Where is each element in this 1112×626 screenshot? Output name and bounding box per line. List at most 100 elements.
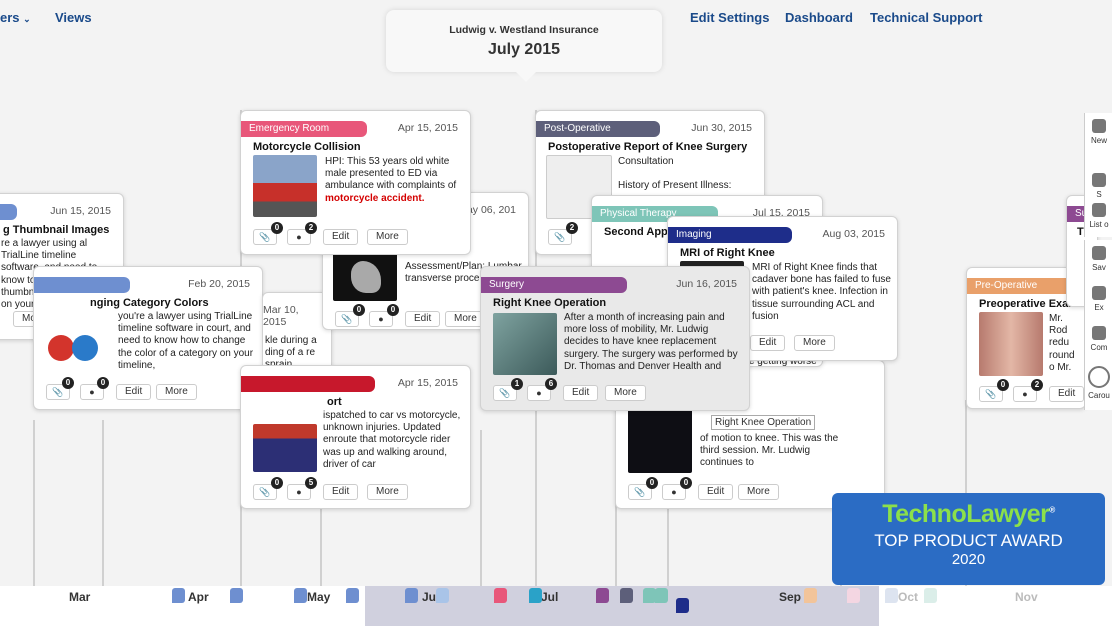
tool-label: New bbox=[1090, 136, 1107, 145]
event-title: ort bbox=[327, 396, 342, 408]
paperclip-icon: 📎 bbox=[554, 232, 566, 242]
save-tool[interactable]: Sav bbox=[1084, 240, 1112, 280]
attachment-count: 1 bbox=[511, 378, 523, 390]
paperclip-icon: 📎 bbox=[499, 388, 511, 398]
event-date: Jun 15, 2015 bbox=[50, 205, 111, 217]
edit-button[interactable]: Edit bbox=[405, 311, 441, 327]
edit-button[interactable]: Edit bbox=[698, 484, 734, 500]
comment-icon: ● bbox=[1022, 389, 1028, 399]
more-button[interactable]: More bbox=[156, 384, 197, 400]
edit-button[interactable]: Edit bbox=[116, 384, 152, 400]
month-label: Apr bbox=[188, 590, 209, 604]
event-marker[interactable] bbox=[494, 588, 507, 603]
comment-tool[interactable]: Com bbox=[1084, 320, 1112, 360]
event-date: Apr 15, 2015 bbox=[397, 377, 458, 389]
paperclip-icon: 📎 bbox=[259, 232, 271, 242]
award-title: TOP PRODUCT AWARD bbox=[874, 531, 1063, 550]
scene-image bbox=[253, 424, 317, 472]
comment-count: 2 bbox=[1031, 379, 1043, 391]
list-tool[interactable]: List o bbox=[1084, 197, 1112, 237]
event-marker[interactable] bbox=[346, 588, 359, 603]
event-marker[interactable] bbox=[529, 588, 542, 603]
event-marker[interactable] bbox=[230, 588, 243, 603]
attachment-count: 0 bbox=[62, 377, 74, 389]
event-card[interactable]: Apr 15, 2015 ort ispatched to car vs mot… bbox=[240, 365, 471, 509]
event-card-selected[interactable]: Surgery Jun 16, 2015 Right Knee Operatio… bbox=[480, 266, 750, 411]
event-description: Consultation History of Present Illness: bbox=[618, 156, 732, 192]
event-card[interactable]: Feb 20, 2015 nging Category Colors you'r… bbox=[33, 266, 263, 410]
category-tag: Emergency Room bbox=[241, 121, 367, 137]
event-description-highlight: motorcycle accident. bbox=[325, 192, 425, 204]
event-date: Feb 20, 2015 bbox=[188, 278, 250, 290]
event-title: Motorcycle Collision bbox=[253, 141, 361, 153]
event-marker[interactable] bbox=[436, 588, 449, 603]
event-title: Right Knee Operation bbox=[493, 297, 607, 309]
comment-icon: ● bbox=[296, 232, 302, 242]
tool-label: Carou bbox=[1088, 391, 1110, 400]
paperclip-icon: 📎 bbox=[634, 487, 646, 497]
event-title: nging Category Colors bbox=[90, 297, 209, 309]
case-name: Ludwig v. Westland Insurance bbox=[449, 24, 599, 36]
chevron-down-icon: ⌄ bbox=[23, 14, 31, 24]
tool-label: Sav bbox=[1092, 263, 1106, 272]
edit-button[interactable]: Edit bbox=[323, 229, 359, 245]
paperclip-icon: 📎 bbox=[341, 314, 353, 324]
export-tool[interactable]: Ex bbox=[1084, 280, 1112, 320]
attachment-count: 0 bbox=[271, 477, 283, 489]
event-marker[interactable] bbox=[620, 588, 633, 603]
month-label: Mar bbox=[69, 590, 91, 604]
comment-icon: ● bbox=[671, 487, 677, 497]
comment-count: 2 bbox=[305, 222, 317, 234]
event-title: Preoperative Exam bbox=[979, 298, 1079, 310]
category-tag: Post-Operative bbox=[536, 121, 660, 137]
filters-menu[interactable]: ers ⌄ bbox=[0, 10, 31, 25]
more-button[interactable]: More bbox=[367, 229, 408, 245]
event-marker[interactable] bbox=[885, 588, 898, 603]
event-title: T bbox=[1077, 226, 1084, 238]
more-button[interactable]: More bbox=[605, 385, 646, 401]
paperclip-icon: 📎 bbox=[259, 487, 271, 497]
event-marker[interactable] bbox=[294, 588, 307, 603]
timeline-stem bbox=[33, 420, 35, 586]
event-marker[interactable] bbox=[924, 588, 937, 603]
carousel-tool[interactable]: Carou bbox=[1084, 360, 1112, 410]
tool-label: List o bbox=[1089, 220, 1109, 229]
tool-label: Com bbox=[1090, 343, 1108, 352]
more-button[interactable]: More bbox=[794, 335, 835, 351]
more-button[interactable]: More bbox=[738, 484, 779, 500]
edit-button[interactable]: Edit bbox=[750, 335, 786, 351]
award-logo-part2: Lawyer bbox=[966, 500, 1050, 528]
attachment-count: 0 bbox=[997, 379, 1009, 391]
category-tag bbox=[0, 204, 17, 220]
event-marker[interactable] bbox=[804, 588, 817, 603]
technical-support-link[interactable]: Technical Support bbox=[870, 10, 982, 25]
more-button[interactable]: More bbox=[367, 484, 408, 500]
event-marker[interactable] bbox=[405, 588, 418, 603]
category-tag: Imaging bbox=[668, 227, 792, 243]
edit-button[interactable]: Edit bbox=[1049, 386, 1085, 402]
month-label: Sep bbox=[779, 590, 802, 604]
event-marker[interactable] bbox=[596, 588, 609, 603]
edit-button[interactable]: Edit bbox=[323, 484, 359, 500]
new-tool[interactable]: New bbox=[1084, 113, 1112, 167]
event-card[interactable]: Emergency Room Apr 15, 2015 Motorcycle C… bbox=[240, 110, 471, 255]
attachment-count: 2 bbox=[566, 222, 578, 234]
knee-image bbox=[979, 312, 1043, 376]
views-menu[interactable]: Views bbox=[55, 10, 92, 25]
award-logo-part1: Techno bbox=[882, 500, 967, 528]
event-description: you're a lawyer using TrialLine timeline… bbox=[118, 311, 254, 371]
logo-red-bubble bbox=[48, 335, 74, 361]
event-marker[interactable] bbox=[172, 588, 185, 603]
edit-button[interactable]: Edit bbox=[563, 385, 599, 401]
event-marker[interactable] bbox=[655, 588, 668, 603]
comment-icon bbox=[1092, 326, 1106, 340]
event-marker[interactable] bbox=[847, 588, 860, 603]
edit-settings-link[interactable]: Edit Settings bbox=[690, 10, 769, 25]
event-title: g Thumbnail Images bbox=[3, 224, 110, 236]
dashboard-link[interactable]: Dashboard bbox=[785, 10, 853, 25]
event-date: Mar 10, 2015 bbox=[263, 304, 299, 328]
tool-label: Ex bbox=[1094, 303, 1104, 312]
event-marker[interactable] bbox=[676, 598, 689, 613]
category-tag bbox=[34, 277, 130, 293]
comment-icon: ● bbox=[89, 387, 95, 397]
